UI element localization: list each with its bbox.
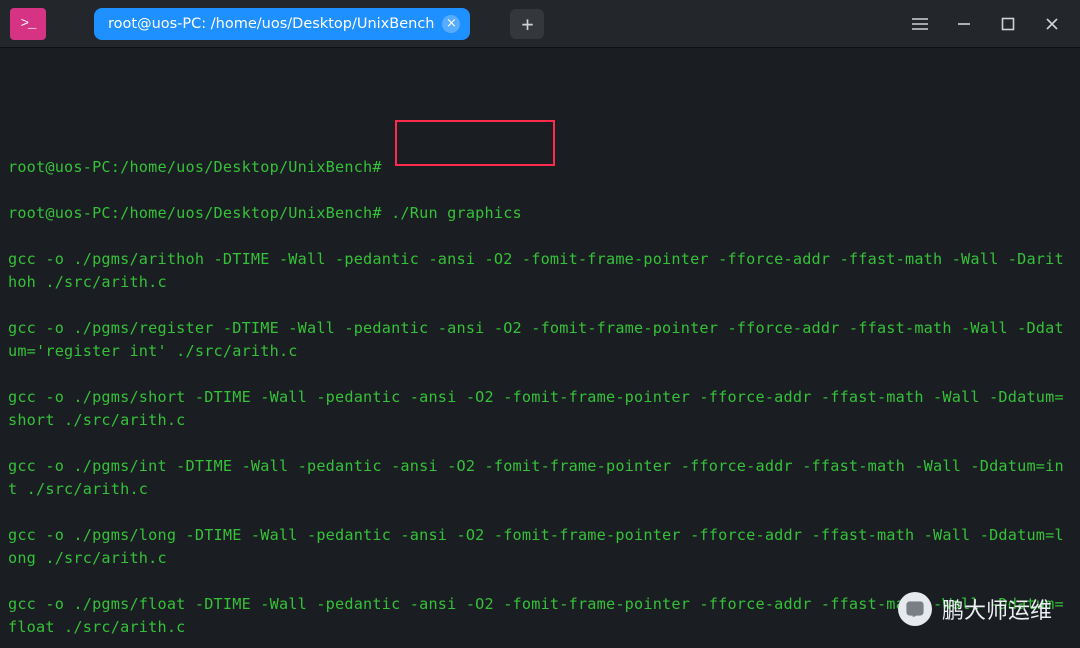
gcc-line-long: gcc -o ./pgms/long -DTIME -Wall -pedanti… — [8, 524, 1072, 570]
terminal-app-icon: >_ — [10, 8, 46, 40]
new-tab-button[interactable]: + — [510, 9, 544, 39]
gcc-line-arithoh: gcc -o ./pgms/arithoh -DTIME -Wall -peda… — [8, 248, 1072, 294]
hamburger-menu-icon[interactable] — [902, 8, 938, 40]
gcc-line-short: gcc -o ./pgms/short -DTIME -Wall -pedant… — [8, 386, 1072, 432]
watermark: 鹏大师运维 — [898, 592, 1052, 626]
maximize-icon[interactable] — [990, 8, 1026, 40]
prompt-line-1: root@uos-PC:/home/uos/Desktop/UnixBench# — [8, 156, 1072, 179]
shell-prompt: root@uos-PC:/home/uos/Desktop/UnixBench# — [8, 158, 382, 176]
titlebar: >_ root@uos-PC: /home/uos/Desktop/UnixBe… — [0, 0, 1080, 48]
gcc-line-register: gcc -o ./pgms/register -DTIME -Wall -ped… — [8, 317, 1072, 363]
minimize-icon[interactable] — [946, 8, 982, 40]
gcc-line-int: gcc -o ./pgms/int -DTIME -Wall -pedantic… — [8, 455, 1072, 501]
wechat-icon — [898, 592, 932, 626]
tab-title: root@uos-PC: /home/uos/Desktop/UnixBench — [108, 16, 434, 32]
watermark-text: 鹏大师运维 — [942, 593, 1052, 625]
close-window-icon[interactable] — [1034, 8, 1070, 40]
tab-active[interactable]: root@uos-PC: /home/uos/Desktop/UnixBench… — [94, 8, 470, 40]
typed-command: ./Run graphics — [382, 204, 522, 222]
blank-area — [8, 77, 1072, 133]
shell-prompt: root@uos-PC:/home/uos/Desktop/UnixBench# — [8, 204, 382, 222]
terminal-output[interactable]: root@uos-PC:/home/uos/Desktop/UnixBench#… — [0, 48, 1080, 648]
prompt-line-2: root@uos-PC:/home/uos/Desktop/UnixBench#… — [8, 202, 1072, 225]
close-tab-icon[interactable]: × — [442, 15, 460, 33]
